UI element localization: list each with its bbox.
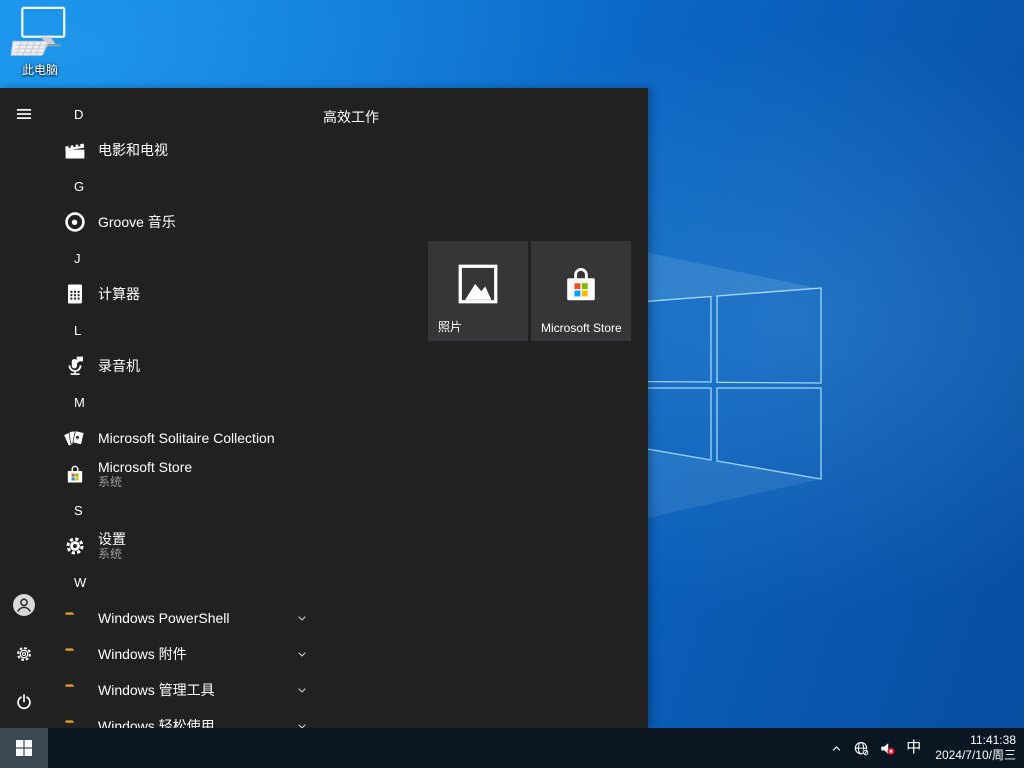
rail-button-user[interactable] (0, 583, 48, 631)
folder-icon (60, 714, 90, 728)
tile-label: Microsoft Store (541, 321, 622, 335)
hamburger-icon (14, 104, 34, 129)
volume-button[interactable] (879, 740, 896, 757)
voice-recorder-icon (60, 354, 90, 378)
network-status-button[interactable] (853, 740, 870, 757)
folder-icon (60, 606, 90, 630)
gear-icon (14, 644, 34, 669)
app-item-groove-music[interactable]: Groove 音乐 (48, 204, 322, 240)
folder-item-windows-powershell[interactable]: Windows PowerShell (48, 600, 322, 636)
start-menu: D电影和电视GGroove 音乐J计算器L录音机MMicrosoft Solit… (0, 88, 648, 728)
app-section-header-D[interactable]: D (48, 96, 322, 132)
show-hidden-icons-button[interactable] (829, 741, 844, 756)
app-section-header-W[interactable]: W (48, 564, 322, 600)
app-item-solitaire-collection[interactable]: Microsoft Solitaire Collection (48, 420, 322, 456)
folder-item-windows-ease-of-access[interactable]: Windows 轻松使用 (48, 708, 322, 728)
app-section-header-G[interactable]: G (48, 168, 322, 204)
chevron-down-icon (294, 718, 310, 728)
photos-icon (428, 261, 528, 307)
desktop-icon-label: 此电脑 (7, 61, 73, 78)
app-section-header-S[interactable]: S (48, 492, 322, 528)
tile-microsoft-store[interactable]: Microsoft Store (531, 241, 631, 341)
globe-no-internet-icon (853, 740, 870, 757)
clock-date: 2024/7/10/周三 (935, 748, 1016, 763)
folder-icon (60, 678, 90, 702)
calculator-icon (60, 282, 90, 306)
movies-tv-icon (60, 138, 90, 162)
folder-item-windows-accessories[interactable]: Windows 附件 (48, 636, 322, 672)
user-icon (12, 593, 36, 622)
power-icon (14, 692, 34, 717)
app-item-microsoft-store[interactable]: Microsoft Store系统 (48, 456, 322, 492)
tile-group-title[interactable]: 高效工作 (323, 107, 379, 127)
tile-area: 高效工作 照片 Microsoft Store (320, 88, 648, 728)
start-menu-app-list: D电影和电视GGroove 音乐J计算器L录音机MMicrosoft Solit… (48, 88, 322, 728)
tile-label: 照片 (438, 318, 462, 335)
app-item-settings[interactable]: 设置系统 (48, 528, 322, 564)
folder-icon (60, 642, 90, 666)
settings-gear-icon (60, 534, 90, 558)
start-menu-rail (0, 88, 48, 728)
chevron-down-icon (294, 682, 310, 698)
rail-button-settings[interactable] (0, 632, 48, 680)
app-section-header-L[interactable]: L (48, 312, 322, 348)
groove-music-icon (60, 210, 90, 234)
system-tray: 中 11:41:38 2024/7/10/周三 (829, 728, 1024, 768)
app-section-header-J[interactable]: J (48, 240, 322, 276)
app-item-calculator[interactable]: 计算器 (48, 276, 322, 312)
solitaire-icon (60, 426, 90, 450)
taskbar-clock[interactable]: 11:41:38 2024/7/10/周三 (931, 733, 1016, 763)
app-section-header-M[interactable]: M (48, 384, 322, 420)
chevron-up-icon (829, 741, 844, 756)
ime-indicator[interactable]: 中 (905, 728, 922, 768)
rail-button-menu[interactable] (0, 92, 48, 140)
clock-time: 11:41:38 (935, 733, 1016, 748)
store-icon (531, 261, 631, 307)
store-icon (60, 462, 90, 486)
folder-item-windows-admin-tools[interactable]: Windows 管理工具 (48, 672, 322, 708)
computer-icon (10, 6, 70, 60)
tile-photos[interactable]: 照片 (428, 241, 528, 341)
app-item-voice-recorder[interactable]: 录音机 (48, 348, 322, 384)
start-button[interactable] (0, 728, 48, 768)
chevron-down-icon (294, 646, 310, 662)
app-item-movies-tv[interactable]: 电影和电视 (48, 132, 322, 168)
windows-flag-icon (16, 740, 32, 756)
speaker-muted-icon (879, 740, 896, 757)
desktop: 此电脑 D电影和电视GGroove 音乐J计算器L录音机MMicrosoft S… (0, 0, 1024, 768)
taskbar: 中 11:41:38 2024/7/10/周三 (0, 728, 1024, 768)
desktop-icon-this-pc[interactable]: 此电脑 (7, 6, 73, 78)
rail-button-power[interactable] (0, 680, 48, 728)
chevron-down-icon (294, 610, 310, 626)
